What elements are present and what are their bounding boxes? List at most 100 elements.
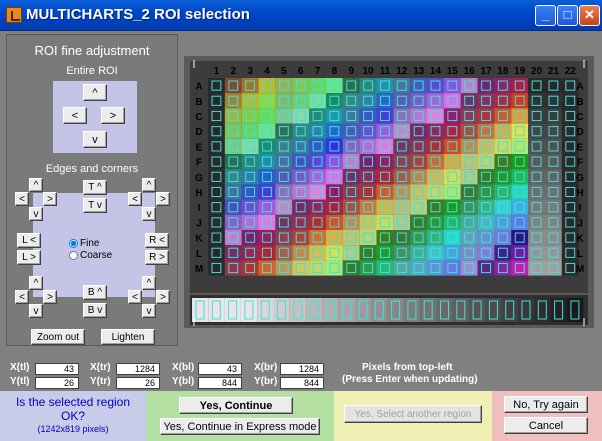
- color-patch: [443, 123, 461, 139]
- color-patch: [359, 245, 377, 261]
- tr-up-button[interactable]: ^: [142, 178, 156, 192]
- br-down-button[interactable]: v: [142, 304, 156, 318]
- bl-right-button[interactable]: >: [43, 290, 57, 304]
- yes-select-another-button[interactable]: Yes, Select another region: [344, 405, 482, 423]
- color-patch: [342, 230, 360, 246]
- roi-right-button[interactable]: >: [101, 107, 125, 124]
- color-patch: [376, 199, 394, 215]
- bottom-down-button[interactable]: B v: [83, 303, 107, 318]
- no-try-again-button[interactable]: No, Try again: [504, 396, 588, 413]
- color-patch: [494, 184, 512, 200]
- color-patch: [561, 199, 579, 215]
- color-patch: [292, 93, 310, 109]
- color-patch: [342, 245, 360, 261]
- close-button[interactable]: ✕: [579, 5, 600, 26]
- color-patch: [292, 78, 310, 94]
- coarse-radio[interactable]: Coarse: [69, 250, 112, 261]
- color-patch: [545, 138, 562, 154]
- column-label: 10: [363, 66, 375, 77]
- tl-left-button[interactable]: <: [15, 192, 29, 206]
- color-patch: [359, 78, 377, 94]
- color-patch: [376, 93, 394, 109]
- bottom-up-button[interactable]: B ^: [83, 285, 107, 300]
- color-patch: [359, 214, 377, 230]
- cancel-button[interactable]: Cancel: [504, 417, 588, 434]
- color-patch: [224, 154, 242, 170]
- color-patch: [241, 184, 259, 200]
- zoom-out-button[interactable]: Zoom out: [31, 329, 85, 345]
- color-patch: [460, 184, 478, 200]
- column-label: 16: [464, 66, 476, 77]
- xtr-input[interactable]: 1284: [116, 363, 160, 375]
- tl-right-button[interactable]: >: [43, 192, 57, 206]
- column-label: 8: [332, 66, 338, 77]
- tr-left-button[interactable]: <: [128, 192, 142, 206]
- color-patch: [528, 184, 545, 200]
- color-patch: [477, 78, 495, 94]
- ybr-input[interactable]: 844: [280, 377, 324, 389]
- top-up-button[interactable]: T ^: [83, 180, 107, 195]
- row-label-left: C: [195, 112, 202, 123]
- color-patch: [224, 260, 242, 276]
- color-patch: [477, 184, 495, 200]
- xbr-input[interactable]: 1284: [280, 363, 324, 375]
- bl-down-button[interactable]: v: [29, 304, 43, 318]
- color-patch: [460, 230, 478, 246]
- left-left-button[interactable]: L <: [17, 233, 41, 248]
- row-label-left: L: [196, 249, 202, 260]
- color-patch: [342, 214, 360, 230]
- color-patch: [427, 78, 444, 94]
- bl-up-button[interactable]: ^: [29, 276, 43, 290]
- left-right-button[interactable]: L >: [17, 250, 41, 265]
- color-patch: [511, 93, 529, 109]
- xbl-label: X(bl): [172, 362, 195, 373]
- fine-radio[interactable]: Fine: [69, 238, 99, 249]
- enter-note: (Press Enter when updating): [342, 374, 478, 385]
- color-patch: [224, 93, 242, 109]
- tr-down-button[interactable]: v: [142, 207, 156, 221]
- ybl-input[interactable]: 844: [198, 377, 242, 389]
- row-label-left: I: [198, 203, 201, 214]
- color-patch: [477, 154, 495, 170]
- multichart-grid[interactable]: 1 2 3 4 5 6 7 8 9 10 11 12 13 14 15 16 17 18 19 20 21 22A AB BC…: [184, 56, 594, 328]
- right-right-button[interactable]: R >: [145, 250, 169, 265]
- color-patch: [309, 214, 326, 230]
- ytr-input[interactable]: 26: [116, 377, 160, 389]
- color-patch: [275, 214, 293, 230]
- fine-radio-input[interactable]: [69, 238, 78, 248]
- color-patch: [443, 260, 461, 276]
- xtl-input[interactable]: 43: [35, 363, 79, 375]
- tl-down-button[interactable]: v: [29, 207, 43, 221]
- bl-left-button[interactable]: <: [15, 290, 29, 304]
- gray-patch: [306, 298, 323, 322]
- color-patch: [494, 123, 512, 139]
- color-patch: [309, 230, 326, 246]
- xbl-input[interactable]: 43: [198, 363, 242, 375]
- right-left-button[interactable]: R <: [145, 233, 169, 248]
- br-left-button[interactable]: <: [128, 290, 142, 304]
- gray-patch: [257, 298, 274, 322]
- br-right-button[interactable]: >: [156, 290, 170, 304]
- color-patch: [477, 230, 495, 246]
- entire-roi-pad: ^ < > v: [53, 81, 137, 153]
- roi-up-button[interactable]: ^: [83, 84, 107, 101]
- color-patch: [258, 123, 276, 139]
- xtr-label: X(tr): [90, 362, 111, 373]
- continue-panel: Yes, Continue Yes, Continue in Express m…: [146, 391, 334, 441]
- coarse-radio-input[interactable]: [69, 250, 78, 260]
- yes-express-button[interactable]: Yes, Continue in Express mode: [160, 418, 320, 435]
- ytl-input[interactable]: 26: [35, 377, 79, 389]
- color-patch: [258, 93, 276, 109]
- tr-right-button[interactable]: >: [156, 192, 170, 206]
- minimize-button[interactable]: _: [535, 5, 556, 26]
- yes-continue-button[interactable]: Yes, Continue: [179, 397, 293, 414]
- chart-image[interactable]: 1 2 3 4 5 6 7 8 9 10 11 12 13 14 15 16 17 18 19 20 21 22 A A B B C…: [184, 56, 594, 328]
- tl-up-button[interactable]: ^: [29, 178, 43, 192]
- maximize-button[interactable]: □: [557, 5, 578, 26]
- color-patch: [528, 260, 545, 276]
- br-up-button[interactable]: ^: [142, 276, 156, 290]
- top-down-button[interactable]: T v: [83, 198, 107, 213]
- roi-down-button[interactable]: v: [83, 131, 107, 148]
- roi-left-button[interactable]: <: [63, 107, 87, 124]
- lighten-button[interactable]: Lighten: [101, 329, 155, 345]
